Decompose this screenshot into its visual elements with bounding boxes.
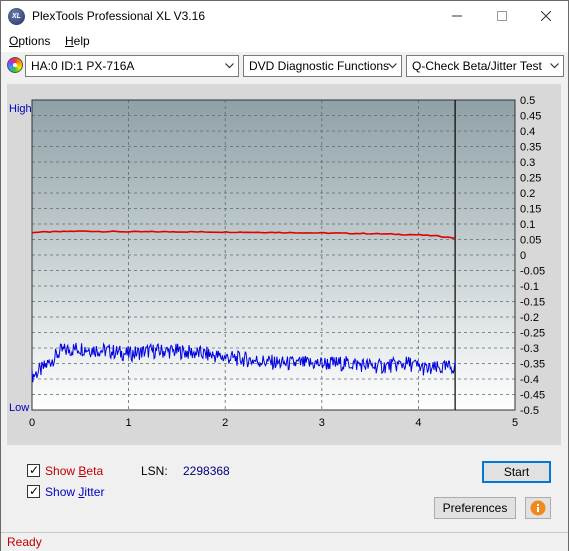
menu-options-mnemonic: O (9, 34, 19, 48)
x-tick-label: 5 (512, 417, 518, 429)
menu-options-rest: ptions (18, 34, 51, 48)
y-tick-label: 0.15 (520, 204, 541, 216)
close-button[interactable] (523, 1, 568, 31)
maximize-icon (496, 11, 507, 21)
y-tick-label: 0.4 (520, 126, 535, 138)
y-tick-label: 0.35 (520, 142, 541, 154)
y-tick-label: 0.25 (520, 173, 541, 185)
y-tick-label: 0.3 (520, 157, 535, 169)
status-text: Ready (7, 535, 42, 549)
y-tick-label: -0.45 (520, 390, 545, 402)
window-title: PlexTools Professional XL V3.16 (32, 9, 205, 23)
drive-select[interactable]: HA:0 ID:1 PX-716A (25, 55, 239, 77)
show-beta-label: Show Beta (45, 464, 104, 478)
y-tick-label: -0.25 (520, 328, 545, 340)
y-tick-label: -0.15 (520, 297, 545, 309)
close-icon (540, 11, 551, 21)
chevron-down-icon (224, 56, 234, 76)
y-tick-label: -0.4 (520, 374, 539, 386)
drive-select-value: HA:0 ID:1 PX-716A (31, 59, 135, 73)
x-tick-label: 3 (319, 417, 325, 429)
x-tick-label: 1 (126, 417, 132, 429)
maximize-button[interactable] (479, 1, 524, 31)
y-low-label: Low (9, 402, 29, 414)
test-select-value: Q-Check Beta/Jitter Test (412, 59, 542, 73)
show-jitter-label: Show Jitter (45, 485, 105, 499)
lsn-value: 2298368 (183, 464, 230, 478)
y-tick-label: 0.2 (520, 188, 535, 200)
y-tick-label: -0.2 (520, 312, 539, 324)
y-tick-label: -0.1 (520, 281, 539, 293)
y-tick-label: 0.5 (520, 95, 535, 107)
status-bar: Ready (1, 532, 568, 551)
app-logo-icon: XL (8, 8, 25, 25)
chevron-down-icon (549, 56, 559, 76)
x-tick-label: 0 (29, 417, 35, 429)
y-tick-label: 0 (520, 250, 526, 262)
menu-help-mnemonic: H (65, 34, 74, 48)
y-tick-label: -0.35 (520, 359, 545, 371)
x-tick-label: 2 (222, 417, 228, 429)
chevron-down-icon (387, 56, 397, 76)
y-high-label: High (9, 103, 32, 115)
info-button[interactable] (525, 497, 551, 519)
disc-drive-icon (7, 57, 23, 73)
x-tick-label: 4 (415, 417, 421, 429)
toolbar: HA:0 ID:1 PX-716A DVD Diagnostic Functio… (1, 52, 568, 80)
minimize-button[interactable] (434, 1, 479, 31)
start-button[interactable]: Start (482, 461, 551, 483)
show-beta-checkbox[interactable] (27, 463, 40, 477)
info-icon (530, 500, 546, 516)
y-tick-label: 0.45 (520, 111, 541, 123)
beta-jitter-chart: 0 1 2 3 4 5 0.5 0.45 0.4 0.35 0.3 0.25 0.2 0.15 0.1 0.0… (9, 95, 545, 429)
menu-bar: Options Help (1, 31, 568, 52)
menu-help[interactable]: Help (65, 34, 90, 48)
y-tick-label: -0.5 (520, 405, 539, 417)
lsn-label: LSN: (141, 464, 168, 478)
chart-panel: 0 1 2 3 4 5 0.5 0.45 0.4 0.35 0.3 0.25 0.2 0.15 0.1 0.0… (7, 84, 561, 445)
menu-help-rest: elp (73, 34, 90, 48)
y-tick-label: -0.05 (520, 266, 545, 278)
menu-options[interactable]: Options (9, 34, 50, 48)
show-jitter-checkbox[interactable] (27, 484, 40, 498)
minimize-icon (451, 15, 462, 17)
title-bar: XL PlexTools Professional XL V3.16 (1, 1, 568, 31)
test-select[interactable]: Q-Check Beta/Jitter Test (406, 55, 564, 77)
y-tick-label: -0.3 (520, 343, 539, 355)
preferences-button[interactable]: Preferences (434, 497, 516, 519)
footer-panel: Show Beta Show Jitter LSN: 2298368 Start… (7, 453, 561, 532)
function-select-value: DVD Diagnostic Functions (249, 59, 390, 73)
app-window: XL PlexTools Professional XL V3.16 Optio… (0, 0, 569, 551)
y-tick-label: 0.1 (520, 219, 535, 231)
function-select[interactable]: DVD Diagnostic Functions (243, 55, 402, 77)
y-tick-label: 0.05 (520, 235, 541, 247)
